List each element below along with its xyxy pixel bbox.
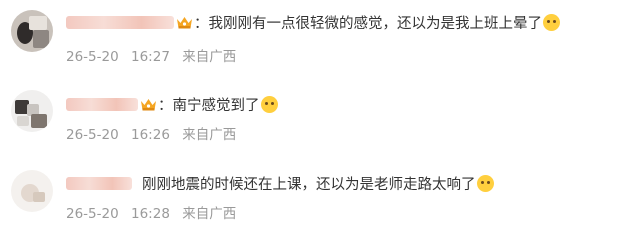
comment-text: ：我刚刚有一点很轻微的感觉，还以为是我上班上晕了: [194, 15, 542, 32]
crown-icon: [176, 15, 193, 30]
comment-date: 26-5-20: [66, 49, 119, 65]
comment-time: 16:27: [131, 49, 170, 65]
crown-icon: [140, 97, 157, 112]
comment-time: 16:26: [131, 127, 170, 143]
comment-date: 26-5-20: [66, 206, 119, 222]
dizzy-face-emoji: [543, 13, 560, 31]
avatar[interactable]: [11, 90, 53, 132]
avatar[interactable]: [11, 170, 53, 212]
comment-item: 刚刚地震的时候还在上课，还以为是老师走路太响了 26-5-20 16:28 来自…: [0, 163, 625, 241]
fearful-face-emoji: [476, 174, 494, 192]
comment-text: ：南宁感觉到了: [158, 97, 260, 114]
comment-item: ：我刚刚有一点很轻微的感觉，还以为是我上班上晕了 26-5-20 16:27 来…: [0, 0, 625, 75]
comment-meta: 26-5-20 16:27 来自广西: [66, 45, 236, 65]
comment-location: 来自广西: [182, 206, 237, 222]
username[interactable]: [66, 15, 174, 29]
comment-date: 26-5-20: [66, 127, 119, 143]
comment-location: 来自广西: [182, 49, 237, 65]
grimace-face-emoji: [260, 95, 278, 113]
comment-location: 来自广西: [182, 127, 237, 143]
username[interactable]: [66, 176, 132, 190]
comment-time: 16:28: [131, 206, 170, 222]
comment-meta: 26-5-20 16:28 来自广西: [66, 202, 236, 222]
comment-item: ：南宁感觉到了 26-5-20 16:26 来自广西: [0, 83, 625, 158]
avatar[interactable]: [11, 10, 53, 52]
username[interactable]: [66, 97, 138, 111]
comment-meta: 26-5-20 16:26 来自广西: [66, 123, 236, 143]
comment-text: 刚刚地震的时候还在上课，还以为是老师走路太响了: [142, 176, 476, 193]
